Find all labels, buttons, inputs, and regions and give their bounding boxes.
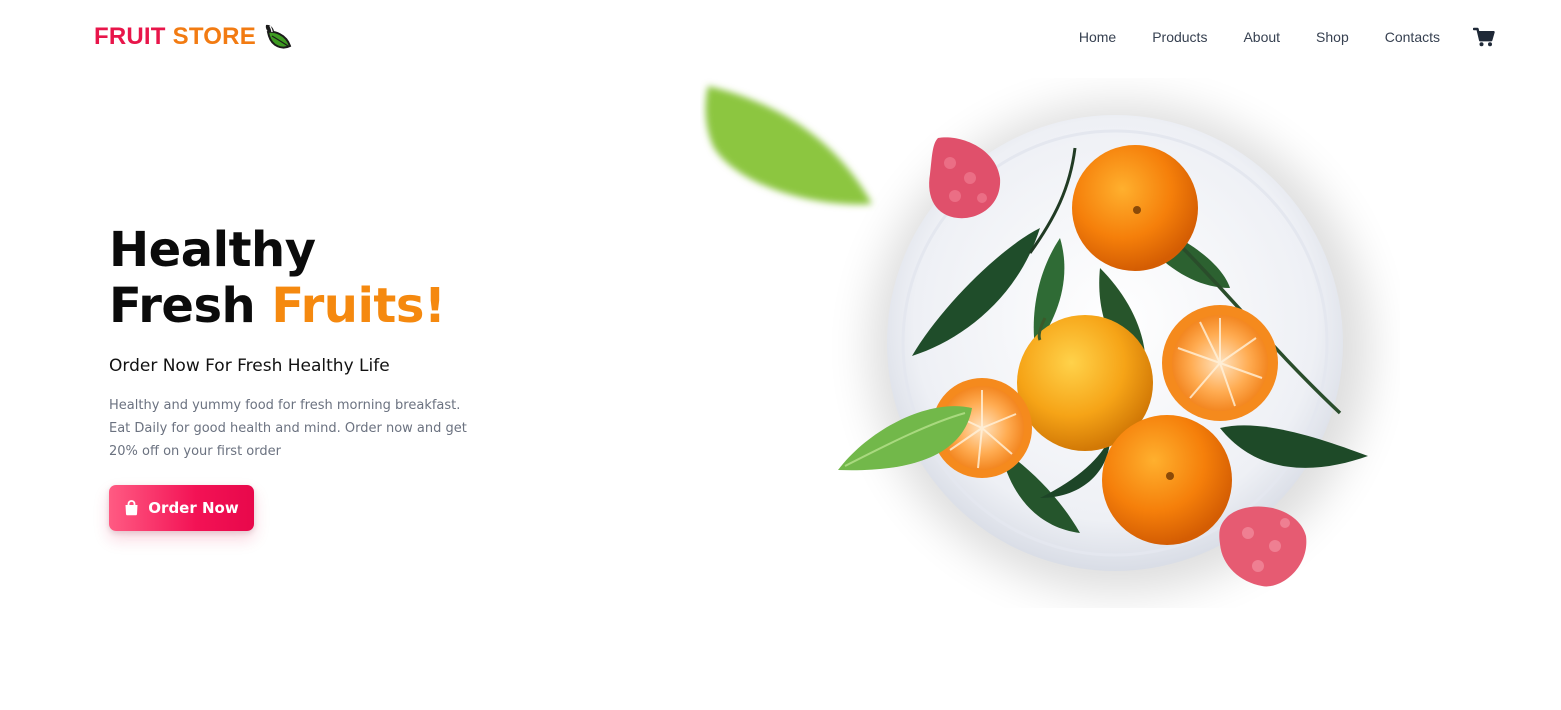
leaf-icon — [265, 24, 292, 49]
brand-logo[interactable]: FRUIT STORE — [94, 22, 292, 52]
main-nav: Home Products About Shop Contacts — [1079, 27, 1495, 47]
brand-word-store: STORE — [172, 23, 256, 50]
hero-title: Healthy Fresh Fruits! — [109, 222, 446, 334]
order-now-button[interactable]: Order Now — [109, 485, 254, 531]
hero-description-line3: 20% off on your first order — [109, 444, 281, 459]
shopping-cart-icon[interactable] — [1473, 27, 1495, 47]
site-header: FRUIT STORE Home Products About Shop Con… — [0, 0, 1561, 76]
hero-title-line1: Healthy — [109, 222, 316, 278]
hero-description-line1: Healthy and yummy food for fresh morning… — [109, 398, 461, 413]
order-now-label: Order Now — [148, 499, 239, 517]
page: FRUIT STORE Home Products About Shop Con… — [0, 0, 1561, 710]
hero-title-word: Fresh — [109, 278, 256, 334]
hero-description: Healthy and yummy food for fresh morning… — [109, 394, 469, 463]
hero-description-line2: Eat Daily for good health and mind. Orde… — [109, 421, 467, 436]
hero-subtitle: Order Now For Fresh Healthy Life — [109, 356, 390, 376]
shopping-bag-icon — [125, 500, 138, 516]
nav-shop[interactable]: Shop — [1316, 27, 1349, 47]
hero-title-accent: Fruits! — [271, 278, 446, 334]
fruit-plate-illustration — [705, 86, 1370, 593]
nav-contacts[interactable]: Contacts — [1385, 27, 1440, 47]
nav-products[interactable]: Products — [1152, 27, 1207, 47]
nav-home[interactable]: Home — [1079, 27, 1116, 47]
raspberry — [1219, 506, 1307, 587]
nav-about[interactable]: About — [1243, 27, 1280, 47]
brand-word-fruit: FRUIT — [94, 23, 166, 50]
